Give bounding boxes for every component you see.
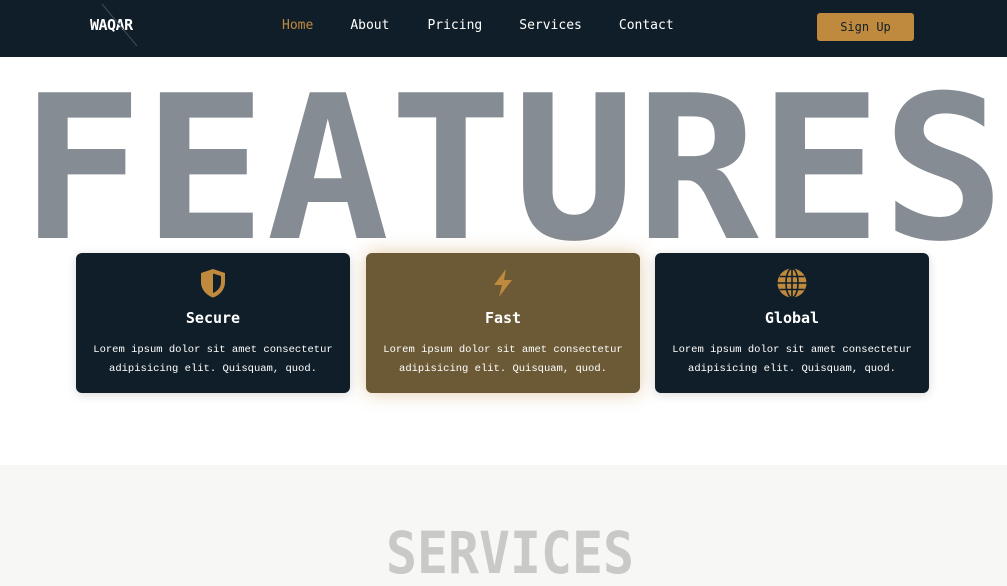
- nav-links: Home About Pricing Services Contact: [282, 18, 704, 33]
- bolt-icon: [494, 269, 512, 297]
- card-title: Fast: [484, 309, 522, 327]
- services-section: SERVICES: [0, 465, 1007, 586]
- navbar: WAQAR Home About Pricing Services Contac…: [0, 0, 1007, 57]
- nav-link-contact[interactable]: Contact: [619, 18, 674, 33]
- globe-icon: [777, 267, 807, 299]
- card-text: Lorem ipsum dolor sit amet consectetur a…: [672, 344, 912, 375]
- feature-card-global[interactable]: Global Lorem ipsum dolor sit amet consec…: [655, 253, 929, 393]
- nav-link-pricing[interactable]: Pricing: [427, 18, 482, 33]
- nav-link-about[interactable]: About: [350, 18, 389, 33]
- card-title: Secure: [185, 309, 241, 327]
- nav-link-services[interactable]: Services: [519, 18, 582, 33]
- nav-link-home[interactable]: Home: [282, 18, 313, 33]
- card-text: Lorem ipsum dolor sit amet consectetur a…: [383, 344, 623, 375]
- features-heading-wrap: FEATURES: [0, 60, 1007, 260]
- services-heading: SERVICES: [386, 525, 634, 586]
- logo[interactable]: WAQAR: [90, 16, 133, 34]
- feature-card-secure[interactable]: Secure Lorem ipsum dolor sit amet consec…: [76, 253, 350, 393]
- card-title: Global: [764, 309, 820, 327]
- card-text: Lorem ipsum dolor sit amet consectetur a…: [93, 344, 333, 375]
- shield-icon: [201, 269, 225, 298]
- features-heading: FEATURES: [20, 60, 1005, 260]
- feature-card-fast[interactable]: Fast Lorem ipsum dolor sit amet consecte…: [366, 253, 640, 393]
- signup-button[interactable]: Sign Up: [817, 13, 914, 41]
